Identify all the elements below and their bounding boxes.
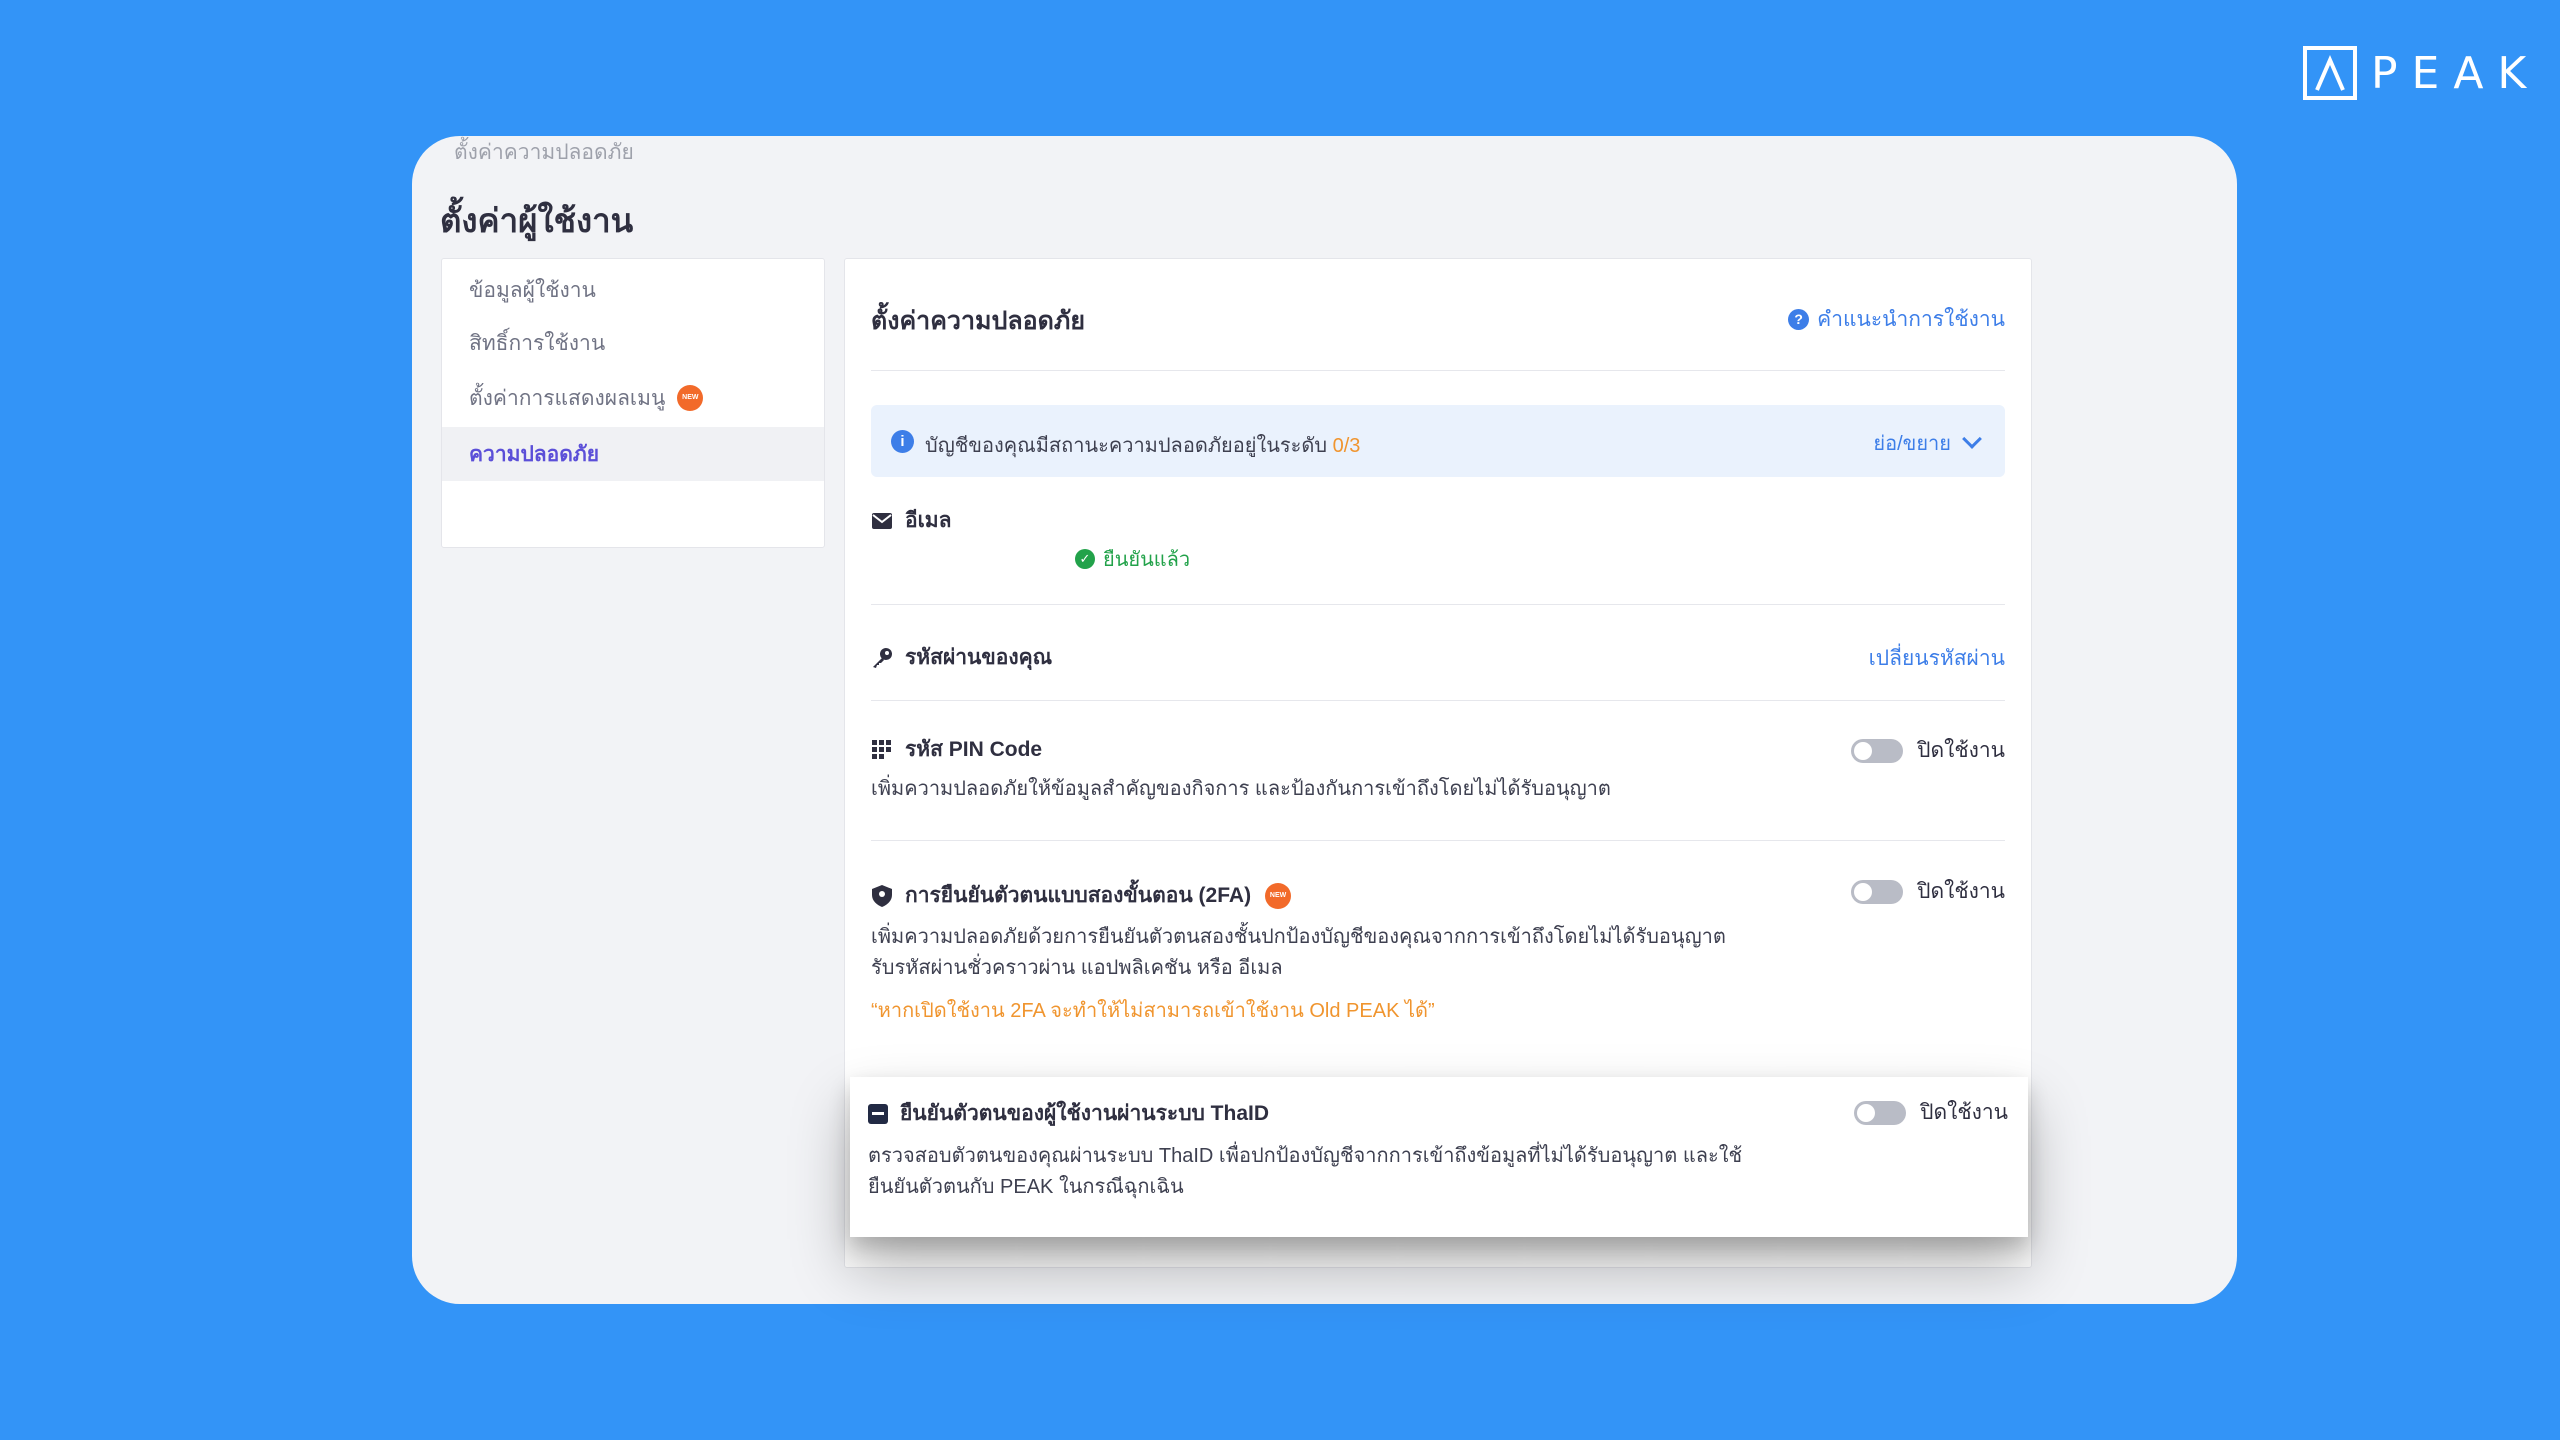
email-verified-status: ✓ ยืนยันแล้ว bbox=[1075, 543, 1190, 575]
security-status-banner: i บัญชีของคุณมีสถานะความปลอดภัยอยู่ในระด… bbox=[871, 405, 2005, 477]
chevron-down-icon bbox=[1962, 429, 1982, 449]
help-link-label: คำแนะนำการใช้งาน bbox=[1817, 308, 2005, 331]
peak-logo: PEAK bbox=[2303, 45, 2540, 101]
pin-description: เพิ่มความปลอดภัยให้ข้อมูลสำคัญของกิจการ … bbox=[871, 778, 1611, 800]
thaid-description: ตรวจสอบตัวตนของคุณผ่านระบบ ThaID เพื่อปก… bbox=[868, 1141, 1742, 1203]
new-badge: NEW bbox=[677, 385, 704, 411]
settings-window: ตั้งค่าความปลอดภัย ตั้งค่าผู้ใช้งาน ข้อม… bbox=[412, 136, 2237, 1304]
email-section-title: อีเมล bbox=[871, 504, 952, 537]
sidebar-item-label: ข้อมูลผู้ใช้งาน bbox=[469, 278, 596, 302]
twofa-description: เพิ่มความปลอดภัยด้วยการยืนยันตัวตนสองชั้… bbox=[871, 922, 1726, 984]
twofa-toggle: ปิดใช้งาน bbox=[1851, 875, 2005, 908]
thaid-toggle: ปิดใช้งาน bbox=[1854, 1096, 2008, 1129]
logo-text: PEAK bbox=[2371, 47, 2541, 99]
thaid-switch[interactable] bbox=[1854, 1100, 1907, 1125]
pin-section-title: รหัส PIN Code bbox=[871, 733, 1042, 766]
settings-sidebar: ข้อมูลผู้ใช้งาน สิทธิ์การใช้งาน ตั้งค่าก… bbox=[441, 258, 825, 548]
password-section-title: รหัสผ่านของคุณ bbox=[871, 641, 1052, 674]
sidebar-item-menu-display[interactable]: ตั้งค่าการแสดงผลเมนู NEW bbox=[442, 371, 824, 425]
divider bbox=[871, 840, 2005, 841]
pin-toggle-label: ปิดใช้งาน bbox=[1917, 739, 2005, 762]
banner-message: บัญชีของคุณมีสถานะความปลอดภัยอยู่ในระดับ bbox=[925, 435, 1328, 457]
password-title: รหัสผ่านของคุณ bbox=[905, 646, 1053, 669]
divider bbox=[871, 700, 2005, 701]
change-password-link[interactable]: เปลี่ยนรหัสผ่าน bbox=[1869, 642, 2005, 675]
twofa-title: การยืนยันตัวตนแบบสองขั้นตอน (2FA) bbox=[905, 884, 1252, 907]
twofa-description-line2: รับรหัสผ่านชั่วคราวผ่าน แอปพลิเคชัน หรือ… bbox=[871, 957, 1283, 979]
keypad-icon bbox=[871, 739, 893, 761]
sidebar-item-security[interactable]: ความปลอดภัย bbox=[442, 427, 824, 481]
question-icon: ? bbox=[1788, 309, 1810, 330]
shield-icon bbox=[871, 884, 893, 907]
thaid-section-card: ยืนยันตัวตนของผู้ใช้งานผ่านระบบ ThaID ปิ… bbox=[850, 1077, 2028, 1237]
thaid-icon bbox=[868, 1103, 888, 1124]
info-icon: i bbox=[891, 430, 914, 453]
sidebar-item-label: ความปลอดภัย bbox=[469, 442, 600, 466]
security-level: 0/3 bbox=[1332, 435, 1361, 457]
thaid-description-line1: ตรวจสอบตัวตนของคุณผ่านระบบ ThaID เพื่อปก… bbox=[868, 1145, 1743, 1167]
thaid-section-title: ยืนยันตัวตนของผู้ใช้งานผ่านระบบ ThaID bbox=[868, 1097, 1269, 1130]
twofa-switch[interactable] bbox=[1851, 879, 1904, 904]
new-badge: NEW bbox=[1265, 882, 1292, 909]
thaid-toggle-label: ปิดใช้งาน bbox=[1920, 1101, 2008, 1124]
pin-toggle: ปิดใช้งาน bbox=[1851, 734, 2005, 767]
breadcrumb[interactable]: ตั้งค่าความปลอดภัย bbox=[454, 136, 634, 169]
thaid-description-line2: ยืนยันตัวตนกับ PEAK ในกรณีฉุกเฉิน bbox=[868, 1176, 1184, 1198]
email-title: อีเมล bbox=[905, 509, 952, 532]
collapse-expand-button[interactable]: ย่อ/ขยาย bbox=[1873, 427, 1982, 459]
envelope-icon bbox=[871, 510, 893, 532]
twofa-description-line1: เพิ่มความปลอดภัยด้วยการยืนยันตัวตนสองชั้… bbox=[871, 926, 1726, 948]
sidebar-item-label: ตั้งค่าการแสดงผลเมนู bbox=[469, 386, 666, 410]
twofa-warning: “หากเปิดใช้งาน 2FA จะทำให้ไม่สามารถเข้าใ… bbox=[871, 1000, 1435, 1022]
pin-title: รหัส PIN Code bbox=[905, 738, 1043, 761]
sidebar-item-label: สิทธิ์การใช้งาน bbox=[469, 331, 606, 355]
security-title: ตั้งค่าความปลอดภัย bbox=[871, 307, 1086, 335]
check-circle-icon: ✓ bbox=[1075, 549, 1095, 569]
page-title: ตั้งค่าผู้ใช้งาน bbox=[440, 202, 634, 239]
twofa-section-title: การยืนยันตัวตนแบบสองขั้นตอน (2FA) NEW bbox=[871, 879, 1292, 912]
sidebar-item-permissions[interactable]: สิทธิ์การใช้งาน bbox=[442, 316, 824, 370]
verified-label: ยืนยันแล้ว bbox=[1103, 549, 1191, 571]
key-icon bbox=[871, 647, 893, 669]
divider bbox=[871, 604, 2005, 605]
banner-text: บัญชีของคุณมีสถานะความปลอดภัยอยู่ในระดับ… bbox=[925, 429, 1360, 461]
twofa-toggle-label: ปิดใช้งาน bbox=[1917, 880, 2005, 903]
thaid-title: ยืนยันตัวตนของผู้ใช้งานผ่านระบบ ThaID bbox=[900, 1102, 1270, 1125]
collapse-expand-label: ย่อ/ขยาย bbox=[1873, 433, 1951, 455]
sidebar-item-user-info[interactable]: ข้อมูลผู้ใช้งาน bbox=[442, 263, 824, 317]
peak-logo-mark bbox=[2303, 46, 2357, 100]
divider bbox=[871, 370, 2005, 371]
pin-switch[interactable] bbox=[1851, 738, 1904, 763]
help-link[interactable]: ? คำแนะนำการใช้งาน bbox=[1788, 303, 2005, 336]
